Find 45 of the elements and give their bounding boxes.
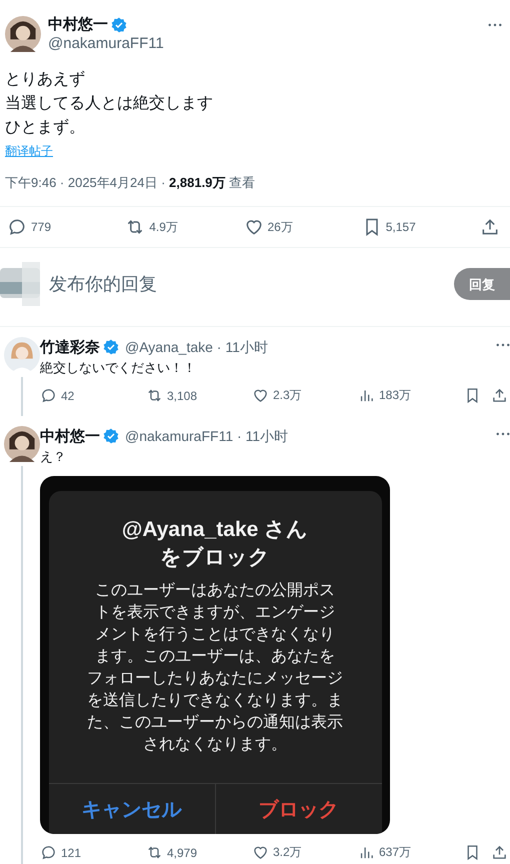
heart-icon[interactable] xyxy=(244,217,264,237)
more-icon[interactable] xyxy=(496,432,510,436)
repost-count: 4,979 xyxy=(167,846,198,860)
reply-placeholder[interactable]: 发布你的回复 xyxy=(49,272,454,296)
handle-and-time[interactable]: @nakamuraFF11 · 11小时 xyxy=(125,428,288,446)
share-icon[interactable] xyxy=(480,217,500,237)
repost-icon[interactable] xyxy=(146,844,163,861)
repost-icon[interactable] xyxy=(146,387,163,404)
view-count: 183万 xyxy=(379,387,412,404)
author-handle[interactable]: @nakamuraFF11 xyxy=(48,35,481,52)
heart-icon[interactable] xyxy=(252,387,269,404)
handle-and-time[interactable]: @Ayana_take · 11小时 xyxy=(125,338,268,356)
reply-icon[interactable] xyxy=(7,217,27,237)
like-count: 2.3万 xyxy=(273,387,302,404)
like-count: 26万 xyxy=(268,218,293,236)
bookmark-count: 5,157 xyxy=(386,220,416,234)
reply-text: え？ xyxy=(40,448,67,466)
more-icon[interactable] xyxy=(488,23,502,27)
cancel-label: キャンセル xyxy=(80,798,183,822)
reply-count: 121 xyxy=(61,846,82,860)
post-meta: 下午9:46 · 2025年4月24日 · 2,881.9万 查看 xyxy=(5,174,256,192)
author-name[interactable]: 竹達彩奈 xyxy=(40,338,100,356)
like-count: 3.2万 xyxy=(273,844,302,861)
view-count: 637万 xyxy=(379,844,412,861)
dialog-message: このユーザーはあなたの公開ポス トを表示できますが、エンゲージ メントを行うことはできなくなり ます。このユーザーは、あなたを フォローしたりあなたにメッセージ を送信したりできなくなります。ま た、このユーザーからの通知は表示 されなくなります。 xyxy=(87,581,343,755)
reply-button[interactable]: 回复 xyxy=(454,268,510,300)
post-text: とりあえず 当選してる人とは絶交します ひとまず。 xyxy=(5,70,214,138)
share-icon[interactable] xyxy=(491,844,508,861)
reply-count: 42 xyxy=(61,388,74,402)
author-name[interactable]: 中村悠一 xyxy=(40,426,100,446)
reply-count: 779 xyxy=(31,220,52,234)
heart-icon[interactable] xyxy=(252,844,269,861)
more-icon[interactable] xyxy=(496,343,510,347)
repost-count: 3,108 xyxy=(167,388,198,402)
dialog-title: @Ayana_take さん をブロック xyxy=(122,517,308,571)
share-icon[interactable] xyxy=(491,387,508,404)
reply-text: 絶交しないでください！！ xyxy=(40,359,197,377)
avatar[interactable] xyxy=(4,426,40,462)
block-label: ブロック xyxy=(214,784,382,834)
reply-icon[interactable] xyxy=(40,844,57,861)
author-name[interactable]: 中村悠一 xyxy=(48,15,108,34)
reply-icon[interactable] xyxy=(40,387,57,404)
avatar[interactable] xyxy=(5,16,41,52)
repost-count: 4.9万 xyxy=(149,218,178,236)
screenshot-image[interactable]: @Ayana_take さん をブロック このユーザーはあなたの公開ポス トを表示できますが、エンゲージ メントを行うことはできなくなり ます。このユーザーは、あなたを フォローしたりあなたにメッセージ を送信したりできなくなります。ま た、このユーザーからの通知は表示 されなくなります。 キャンセル ブロック xyxy=(40,476,390,834)
